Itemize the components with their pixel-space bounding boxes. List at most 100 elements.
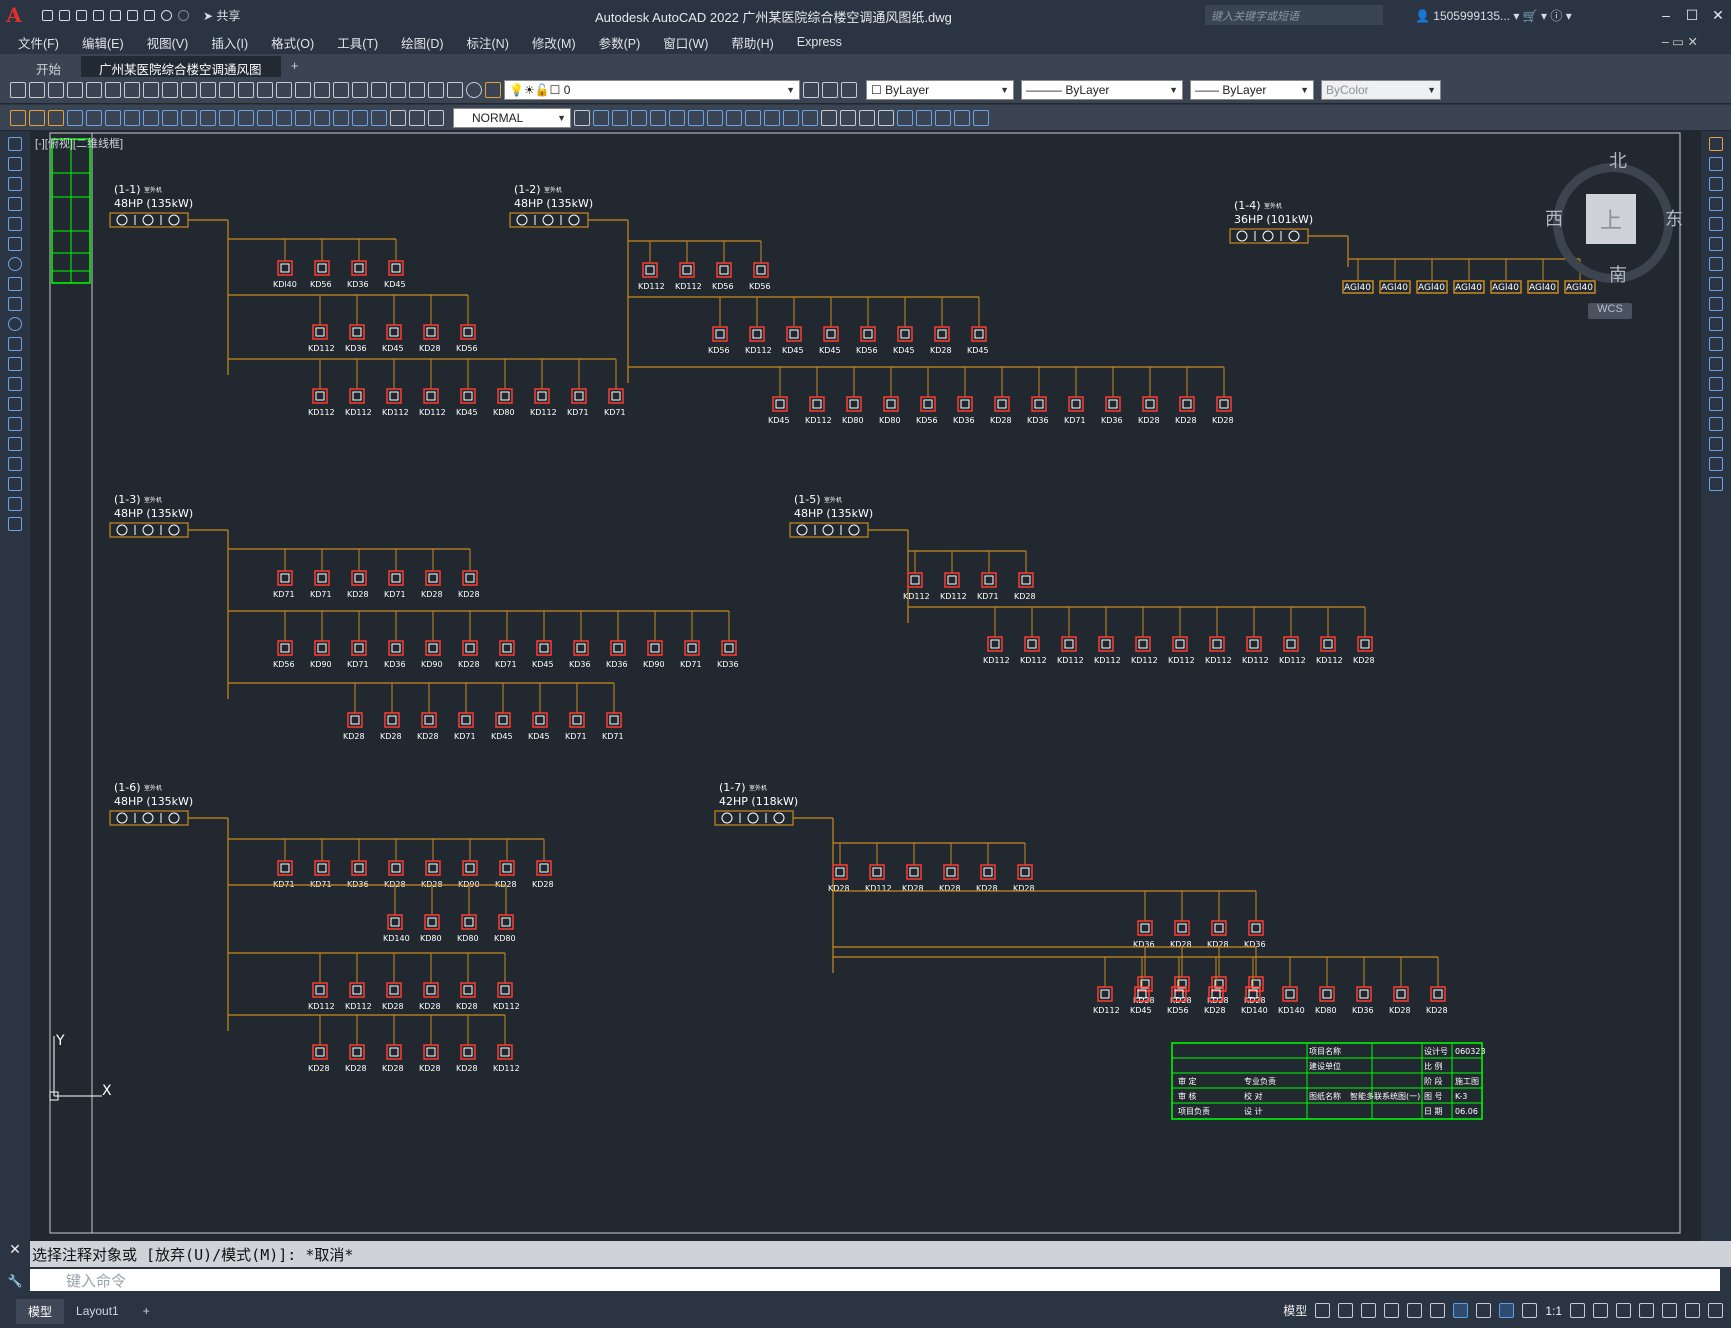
- modify-rotate-icon[interactable]: [745, 109, 761, 126]
- insert-image-icon[interactable]: [935, 109, 951, 126]
- inspection-icon[interactable]: [352, 109, 368, 126]
- calculator-icon[interactable]: [447, 82, 463, 98]
- modify-offset-icon[interactable]: [707, 109, 723, 126]
- close-icon[interactable]: ✕: [1705, 7, 1731, 24]
- plot-icon[interactable]: [144, 9, 155, 21]
- ellipse-icon[interactable]: [8, 317, 22, 331]
- color-select[interactable]: ☐ ByLayer ▼: [866, 80, 1014, 100]
- zoom-window-icon[interactable]: [314, 82, 330, 98]
- isolate-objects-icon[interactable]: [1662, 1303, 1677, 1318]
- model-space-label[interactable]: 模型: [1283, 1302, 1307, 1319]
- linear-dim-icon[interactable]: [67, 109, 83, 126]
- modify-stretch-icon[interactable]: [783, 109, 799, 126]
- ellipse-arc-icon[interactable]: [8, 337, 22, 351]
- save-web-icon[interactable]: [127, 9, 138, 21]
- gradient-icon[interactable]: [8, 437, 22, 451]
- polygon-icon[interactable]: [8, 197, 22, 211]
- redo-icon[interactable]: [178, 9, 189, 21]
- tolerance-icon[interactable]: [314, 109, 330, 126]
- dim-style-icon[interactable]: [574, 109, 590, 126]
- paste-icon[interactable]: [181, 82, 197, 98]
- break-at-point-icon[interactable]: [1709, 357, 1723, 371]
- add-selected-icon[interactable]: [8, 517, 22, 531]
- block-insert-icon[interactable]: [821, 109, 837, 126]
- close-cmd-icon[interactable]: ✕: [0, 1241, 30, 1267]
- trim-icon[interactable]: [1709, 317, 1723, 331]
- pan-icon[interactable]: [276, 82, 292, 98]
- minimize-icon[interactable]: –: [1653, 7, 1679, 23]
- zoom-previous-icon[interactable]: [333, 82, 349, 98]
- extend-icon[interactable]: [1709, 337, 1723, 351]
- auto-scale-icon[interactable]: [1522, 1303, 1538, 1318]
- save-icon[interactable]: [48, 82, 64, 98]
- aligned-dim-icon[interactable]: [86, 109, 102, 126]
- match-properties-icon[interactable]: [200, 82, 216, 98]
- drawing-canvas[interactable]: (1-1) 室外机 48HP (135kW) KDl40 KD56 KD36 KD45 KD1…: [30, 131, 1701, 1238]
- menu-parametric[interactable]: 参数(P): [599, 33, 641, 52]
- copy-icon[interactable]: [162, 82, 178, 98]
- zoom-realtime-icon[interactable]: [295, 82, 311, 98]
- view-iso-icon[interactable]: [631, 109, 647, 126]
- menu-tools[interactable]: 工具(T): [337, 33, 378, 52]
- arc-length-icon[interactable]: [105, 109, 121, 126]
- viewcube-east[interactable]: 东: [1665, 205, 1683, 231]
- hatch-icon[interactable]: [8, 417, 22, 431]
- help-icon[interactable]: [466, 82, 482, 98]
- insert-block-icon[interactable]: [8, 357, 22, 371]
- region-icon[interactable]: [8, 457, 22, 471]
- undo-icon[interactable]: [238, 82, 254, 98]
- modify-move-icon[interactable]: [650, 109, 666, 126]
- linetype-select[interactable]: ——— ByLayer ▼: [1021, 80, 1183, 100]
- match-icon[interactable]: [10, 109, 26, 126]
- ortho-icon[interactable]: [1361, 1303, 1377, 1318]
- modify-copy-icon[interactable]: [669, 109, 685, 126]
- properties-icon[interactable]: [352, 82, 368, 98]
- 3d-print-icon[interactable]: [124, 82, 140, 98]
- line-icon[interactable]: [8, 137, 22, 151]
- plot-icon[interactable]: [67, 82, 83, 98]
- layer-match-icon[interactable]: [29, 109, 45, 126]
- table-icon[interactable]: [8, 477, 22, 491]
- construction-line-icon[interactable]: [8, 157, 22, 171]
- modify-scale-icon[interactable]: [764, 109, 780, 126]
- open-web-icon[interactable]: [110, 9, 121, 21]
- workspace-gear-icon[interactable]: [1570, 1303, 1585, 1318]
- jogged-icon[interactable]: [162, 109, 178, 126]
- fillet-icon[interactable]: [1709, 437, 1723, 451]
- sheet-set-icon[interactable]: [409, 82, 425, 98]
- app-logo[interactable]: A: [0, 0, 28, 30]
- make-block-icon[interactable]: [8, 377, 22, 391]
- viewcube-top-face[interactable]: 上: [1586, 194, 1636, 244]
- plotstyle-select[interactable]: ByColor ▼: [1321, 80, 1441, 100]
- open-icon[interactable]: [29, 82, 45, 98]
- radius-dim-icon[interactable]: [143, 109, 159, 126]
- modify-mirror-icon[interactable]: [688, 109, 704, 126]
- isodraft-icon[interactable]: [1407, 1303, 1423, 1318]
- block-create-icon[interactable]: [840, 109, 856, 126]
- share-button[interactable]: ➤ 共享: [203, 7, 240, 24]
- tab-start[interactable]: 开始: [18, 56, 80, 77]
- menu-view[interactable]: 视图(V): [147, 33, 189, 52]
- save-as-icon[interactable]: [93, 9, 104, 21]
- layer-properties-icon[interactable]: [485, 82, 501, 98]
- block-editor-icon[interactable]: [219, 82, 235, 98]
- menu-modify[interactable]: 修改(M): [532, 33, 576, 52]
- diameter-icon[interactable]: [181, 109, 197, 126]
- block-attr-icon[interactable]: [859, 109, 875, 126]
- multiline-text-icon[interactable]: [8, 497, 22, 511]
- menu-format[interactable]: 格式(O): [271, 33, 314, 52]
- design-center-icon[interactable]: [371, 82, 387, 98]
- user-account[interactable]: 👤 1505999135... ▾ 🛒 ▾ ⓘ ▾: [1415, 7, 1572, 24]
- layer-previous-icon[interactable]: [822, 82, 838, 98]
- new-icon[interactable]: [10, 82, 26, 98]
- quick-dim-icon[interactable]: [219, 109, 235, 126]
- explode-icon[interactable]: [1709, 477, 1723, 491]
- dim-break-icon[interactable]: [295, 109, 311, 126]
- ordinate-icon[interactable]: [124, 109, 140, 126]
- chamfer-icon[interactable]: [1709, 417, 1723, 431]
- blend-icon[interactable]: [1709, 457, 1723, 471]
- dim-space-icon[interactable]: [276, 109, 292, 126]
- modify-array-icon[interactable]: [726, 109, 742, 126]
- polar-icon[interactable]: [1384, 1303, 1400, 1318]
- point-icon[interactable]: [8, 397, 22, 411]
